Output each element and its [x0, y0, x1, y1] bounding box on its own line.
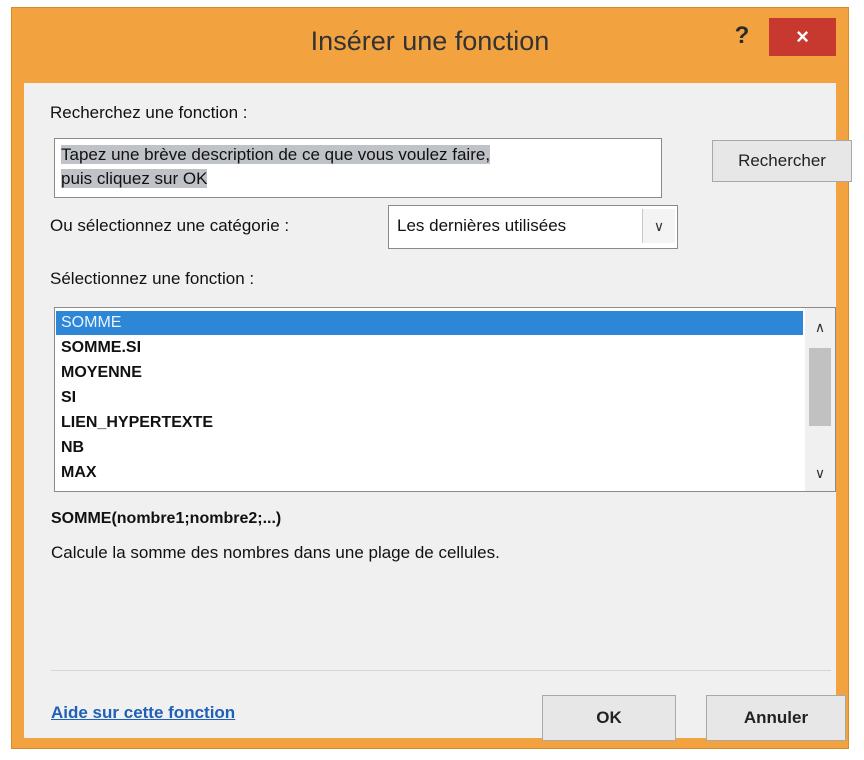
help-button[interactable]: ?: [728, 20, 756, 52]
function-listbox[interactable]: SOMME SOMME.SI MOYENNE SI LIEN_HYPERTEXTE NB M…: [54, 307, 836, 492]
dialog-title: Insérer une fonction: [310, 26, 550, 56]
scroll-thumb[interactable]: [809, 348, 831, 426]
function-description: Calcule la somme des nombres dans une pl…: [51, 543, 500, 562]
scroll-down-icon[interactable]: ∨: [805, 460, 835, 486]
function-list-item[interactable]: MAX: [61, 461, 97, 485]
function-list-item[interactable]: LIEN_HYPERTEXTE: [61, 411, 213, 435]
search-input-text: Tapez une brève description de ce que vo…: [61, 143, 491, 191]
search-text-line-2: puis cliquez sur OK: [61, 169, 208, 188]
function-list-item[interactable]: SOMME: [56, 311, 803, 335]
cancel-button[interactable]: Annuler: [706, 695, 846, 741]
function-help-link[interactable]: Aide sur cette fonction: [51, 703, 235, 723]
chevron-down-icon[interactable]: ∨: [642, 209, 675, 243]
search-button[interactable]: Rechercher: [712, 140, 852, 182]
function-list-label: Sélectionnez une fonction :: [50, 269, 255, 288]
scroll-up-icon[interactable]: ∧: [805, 314, 835, 340]
category-label: Ou sélectionnez une catégorie :: [50, 216, 290, 235]
function-list-item[interactable]: MOYENNE: [61, 361, 142, 385]
function-list-item[interactable]: SOMME.SI: [61, 336, 141, 360]
ok-button[interactable]: OK: [542, 695, 676, 741]
function-syntax: SOMME(nombre1;nombre2;...): [51, 510, 282, 527]
category-selected-value: Les dernières utilisées: [397, 216, 567, 235]
search-label: Recherchez une fonction :: [50, 103, 248, 122]
title-bar[interactable]: Insérer une fonction ? ×: [12, 8, 848, 83]
insert-function-dialog: Insérer une fonction ? × Recherchez une …: [12, 8, 852, 748]
function-list-item[interactable]: SI: [61, 386, 76, 410]
category-select[interactable]: Les dernières utilisées ∨: [388, 205, 678, 249]
footer-divider: [51, 670, 831, 671]
list-scrollbar[interactable]: ∧ ∨: [805, 308, 835, 491]
search-input[interactable]: Tapez une brève description de ce que vo…: [54, 138, 662, 198]
function-list-item[interactable]: NB: [61, 436, 84, 460]
close-button[interactable]: ×: [769, 18, 836, 56]
search-text-line-1: Tapez une brève description de ce que vo…: [61, 145, 491, 164]
close-icon: ×: [796, 24, 809, 49]
dialog-body: Recherchez une fonction : Tapez une brèv…: [24, 83, 852, 741]
